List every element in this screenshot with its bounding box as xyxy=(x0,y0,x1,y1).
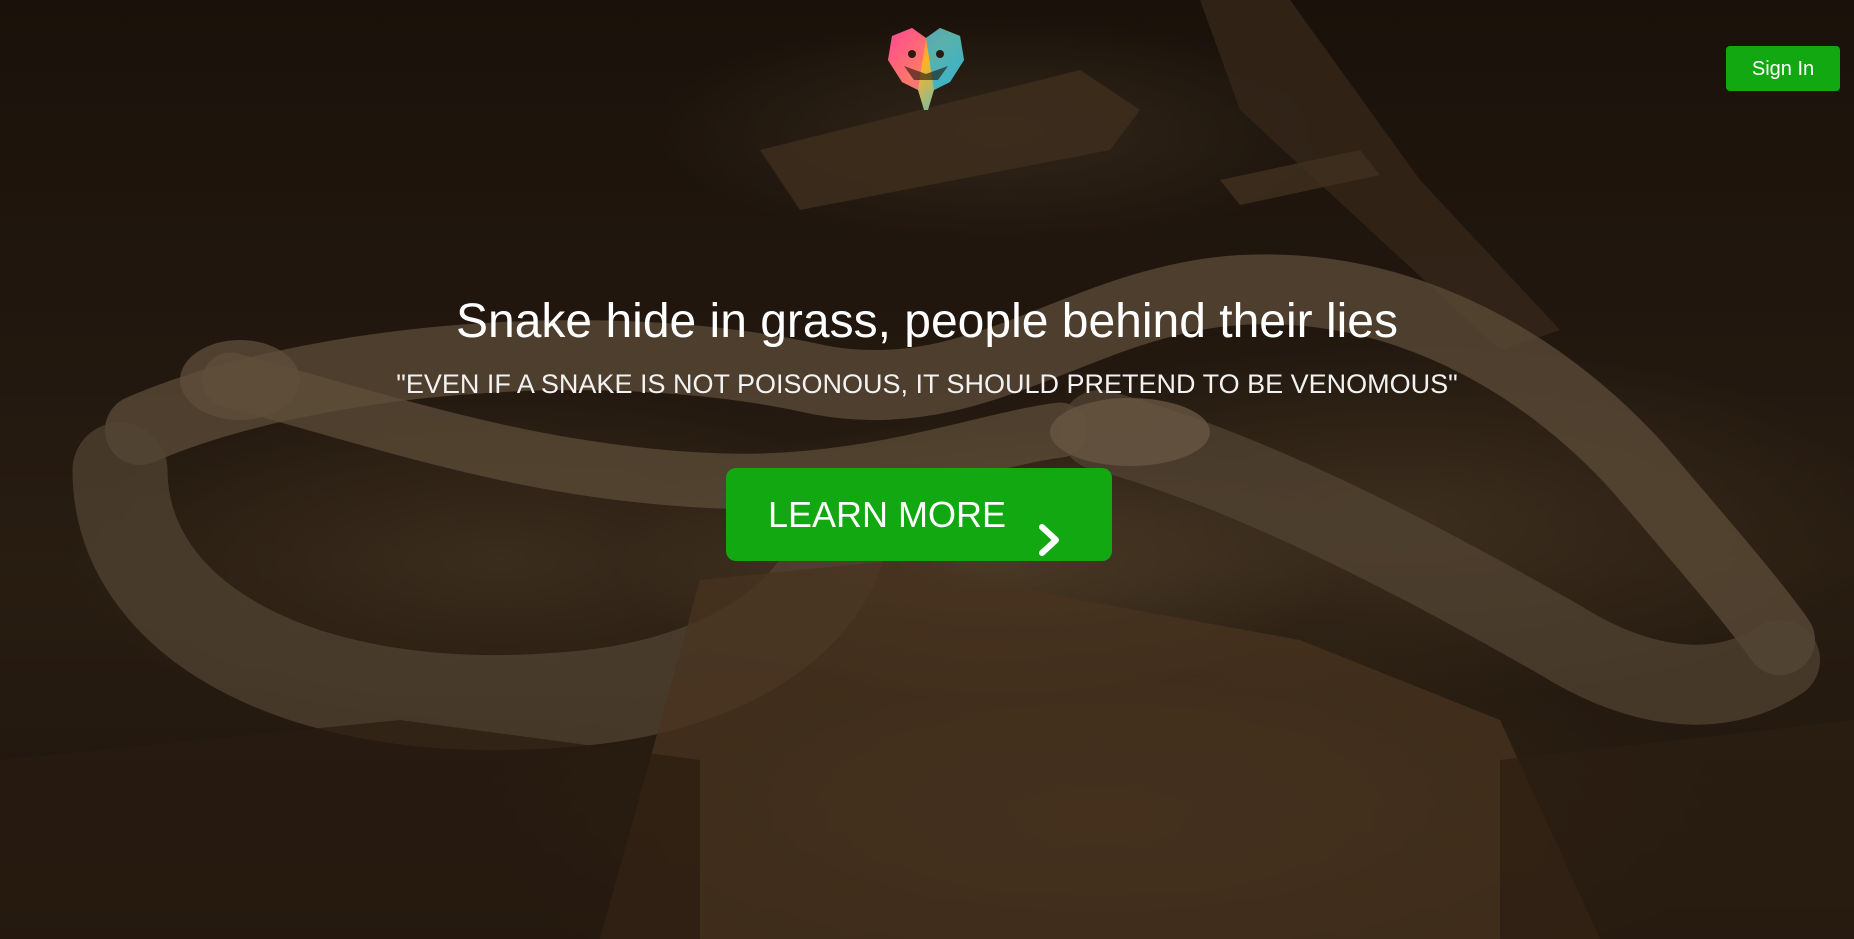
learn-more-label: LEARN MORE xyxy=(768,494,1007,535)
sign-in-button[interactable]: Sign In xyxy=(1726,46,1840,91)
hero-quote: "EVEN IF A SNAKE IS NOT POISONOUS, IT SH… xyxy=(396,369,1458,399)
hero-headline: Snake hide in grass, people behind their… xyxy=(456,295,1398,348)
landing-page: Sign In Snake hide in grass, people behi… xyxy=(0,0,1854,939)
snake-head-logo-icon[interactable] xyxy=(884,26,968,112)
learn-more-button[interactable]: LEARN MORE xyxy=(726,468,1112,561)
chevron-right-icon xyxy=(1036,498,1064,556)
